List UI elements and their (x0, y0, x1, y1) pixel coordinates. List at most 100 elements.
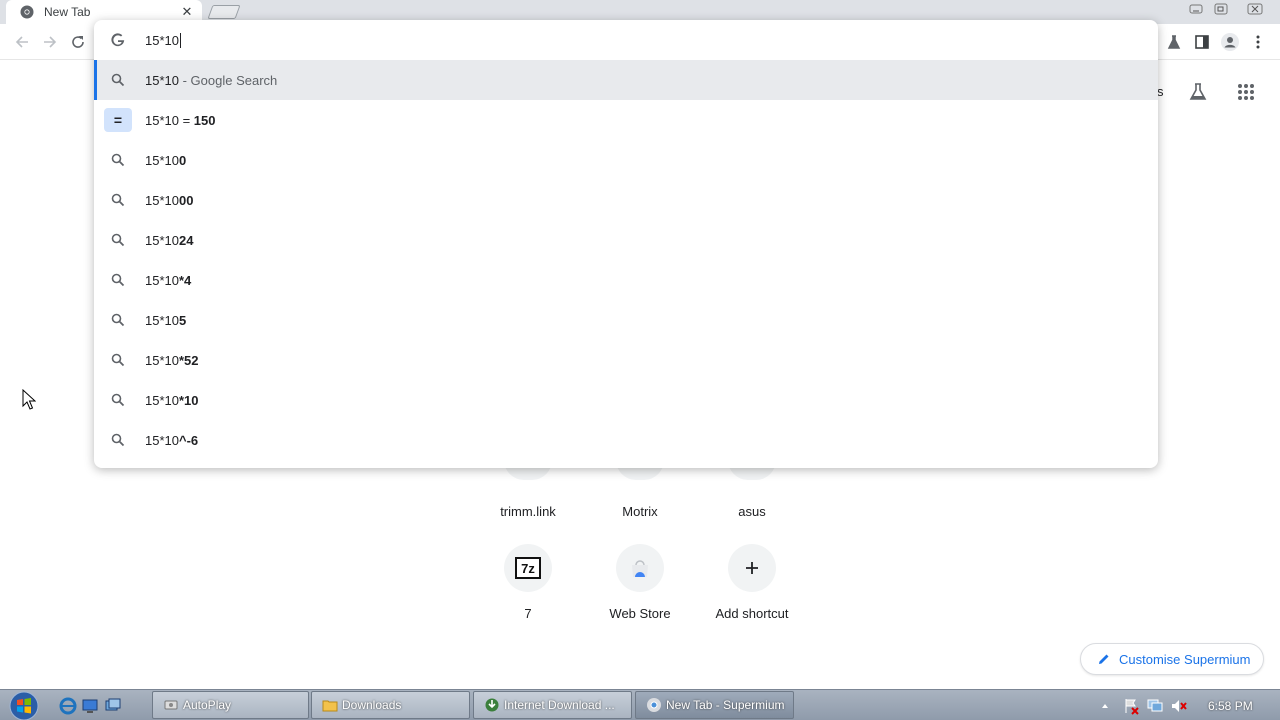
suggestion-row[interactable]: 15*10^-6 (94, 420, 1158, 460)
shortcut-web-store[interactable]: Web Store (584, 544, 696, 621)
customise-button[interactable]: Customise Supermium (1080, 643, 1264, 675)
action-center-icon[interactable] (1122, 697, 1140, 715)
suggestion-plain: 15*10 (145, 393, 179, 408)
suggestion-row[interactable]: 15*10*10 (94, 380, 1158, 420)
suggestion-plain: 15*10 (145, 193, 179, 208)
labs-button[interactable] (1164, 32, 1184, 52)
reload-button[interactable] (68, 32, 88, 52)
forward-arrow-icon (44, 36, 57, 48)
7z-icon: 7z (515, 557, 541, 579)
side-panel-icon (1195, 35, 1209, 49)
reload-icon (72, 36, 84, 48)
shortcut-tile (728, 544, 776, 592)
svg-text:7z: 7z (521, 561, 535, 576)
search-icon (111, 193, 125, 207)
menu-button[interactable] (1248, 32, 1268, 52)
taskbar-item-supermium[interactable]: New Tab - Supermium (635, 691, 794, 719)
suggestion-row[interactable]: 15*10*52 (94, 340, 1158, 380)
new-tab-button[interactable] (207, 5, 241, 19)
shortcut-label: Add shortcut (715, 606, 789, 621)
suggestion-text: 15*105 (145, 313, 186, 328)
taskbar-item-label: AutoPlay (183, 698, 232, 712)
shortcut-add[interactable]: Add shortcut (696, 544, 808, 621)
restore-icon (1214, 3, 1228, 15)
google-g-icon (111, 33, 125, 47)
system-tray (1100, 697, 1188, 715)
close-window-button[interactable] (1240, 0, 1270, 18)
suggestion-text: 15*10*10 (145, 393, 199, 408)
taskbar-item-label: Downloads (342, 698, 402, 712)
shortcut-label: trimm.link (500, 504, 556, 519)
web-store-icon (632, 560, 648, 577)
taskbar: AutoPlay Downloads Internet Download ...… (0, 689, 1280, 720)
back-arrow-icon (15, 36, 28, 48)
customise-label: Customise Supermium (1119, 651, 1251, 667)
omnibox-text[interactable]: 15*10 (145, 33, 181, 48)
folder-icon (322, 700, 338, 712)
close-icon (1247, 3, 1263, 15)
suggestion-bold: *52 (178, 353, 199, 368)
chromium-icon (647, 698, 661, 712)
plus-icon (746, 562, 758, 574)
pencil-icon (1099, 654, 1109, 664)
apps-button[interactable] (1234, 80, 1258, 104)
search-icon (111, 153, 125, 167)
start-button[interactable] (2, 690, 46, 720)
back-button[interactable] (12, 32, 32, 52)
omnibox-dropdown: 15*10 15*10 - Google Search = 15*10 = 150 1… (94, 20, 1158, 468)
suggestion-bold: 0 (178, 153, 187, 168)
tray-expand-icon[interactable] (1100, 701, 1110, 711)
suggestion-row[interactable]: 15*10*4 (94, 260, 1158, 300)
taskbar-item-autoplay[interactable]: AutoPlay (152, 691, 309, 719)
volume-muted-icon[interactable] (1170, 697, 1188, 715)
flask-icon (1167, 35, 1181, 49)
suggestion-text: 15*10 - Google Search (145, 73, 277, 88)
omnibox-input[interactable]: 15*10 (94, 20, 1158, 60)
suggestion-bold: 5 (178, 313, 187, 328)
switch-windows-icon[interactable] (104, 697, 122, 715)
forward-button[interactable] (40, 32, 60, 52)
shortcut-label: Web Store (609, 606, 671, 621)
kebab-menu-icon (1256, 35, 1260, 49)
network-icon[interactable] (1146, 697, 1164, 715)
calculator-icon: = (104, 108, 132, 132)
minimize-icon (1189, 4, 1203, 14)
search-icon (111, 73, 125, 87)
labs-page-button[interactable] (1186, 80, 1210, 104)
suggestion-bold: *4 (178, 273, 192, 288)
shortcut-7[interactable]: 7z 7 (472, 544, 584, 621)
suggestion-bold: 00 (178, 193, 194, 208)
suggestion-plain: 15*10 (145, 273, 179, 288)
suggestion-text: 15*10*52 (145, 353, 199, 368)
suggestion-text: 15*10*4 (145, 273, 191, 288)
tab-close-icon[interactable]: ✕ (180, 5, 194, 19)
search-icon (111, 433, 125, 447)
suggestion-row[interactable]: 15*10 - Google Search (94, 60, 1158, 100)
avatar-icon (1221, 33, 1239, 51)
side-panel-button[interactable] (1192, 32, 1212, 52)
suggestion-row[interactable]: 15*100 (94, 140, 1158, 180)
suggestion-row[interactable]: 15*1000 (94, 180, 1158, 220)
suggestion-text: 15*1000 (145, 193, 193, 208)
shortcut-trimm-link[interactable]: trimm.link (472, 460, 584, 519)
internet-explorer-icon[interactable] (59, 697, 77, 715)
shortcut-asus[interactable]: asus (696, 460, 808, 519)
clock[interactable]: 6:58 PM (1208, 699, 1253, 713)
profile-button[interactable] (1220, 32, 1240, 52)
search-icon (111, 313, 125, 327)
taskbar-item-internet-download-manager[interactable]: Internet Download ... (473, 691, 632, 719)
suggestion-bold: ^-6 (178, 433, 199, 448)
shortcut-motrix[interactable]: Motrix (584, 460, 696, 519)
suggestion-bold: 150 (193, 113, 216, 128)
idm-icon (485, 698, 499, 712)
suggestion-calculator[interactable]: = 15*10 = 150 (94, 100, 1158, 140)
show-desktop-icon[interactable] (81, 697, 99, 715)
suggestion-plain: 15*10 (145, 353, 179, 368)
restore-button[interactable] (1206, 0, 1236, 18)
search-icon (111, 273, 125, 287)
taskbar-item-downloads[interactable]: Downloads (311, 691, 470, 719)
suggestion-row[interactable]: 15*1024 (94, 220, 1158, 260)
suggestion-row[interactable]: 15*105 (94, 300, 1158, 340)
chromium-icon (20, 5, 34, 19)
suggestion-text: 15*100 (145, 153, 186, 168)
